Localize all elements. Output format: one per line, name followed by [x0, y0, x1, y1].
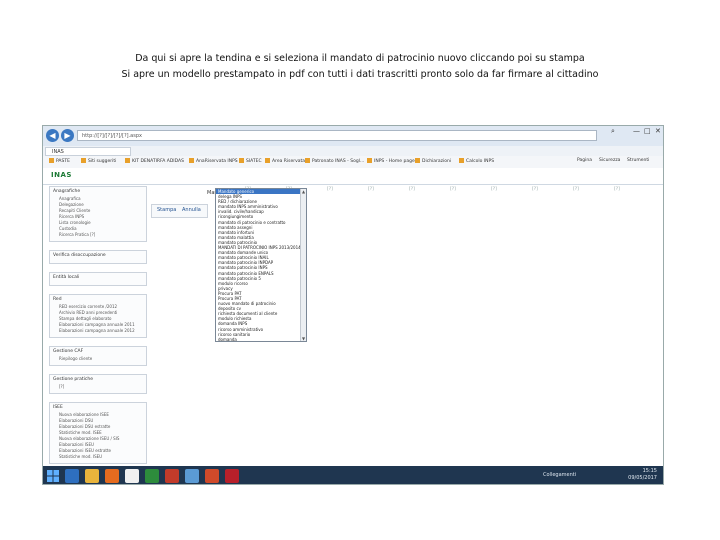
annulla-button[interactable]: Annulla	[182, 207, 201, 213]
favorite-icon	[125, 158, 130, 163]
sidebar-item[interactable]: Ricerca Pratica [?]	[50, 232, 146, 238]
ie-icon[interactable]	[65, 469, 79, 483]
top-link[interactable]: [?]	[491, 187, 497, 192]
menu-pagina[interactable]: Pagina	[577, 158, 592, 163]
caption-line-1: Da qui si apre la tendina e si seleziona…	[135, 53, 585, 64]
favorite-icon	[305, 158, 310, 163]
sidebar-item[interactable]: Riepilogo cliente	[50, 356, 146, 362]
action-bar: Stampa Annulla	[151, 204, 208, 218]
word-icon[interactable]	[185, 469, 199, 483]
forward-button[interactable]: ▶	[61, 129, 74, 142]
favorite-item[interactable]: PASTE	[49, 158, 70, 164]
caption-line-2: Si apre un modello prestampato in pdf co…	[121, 69, 599, 80]
scroll-down-icon[interactable]: ▼	[301, 336, 306, 341]
screenshot-window: ◀ ▶ http://[?]/[?]/[?]/[?].aspx ⌕ — □ ✕ …	[42, 125, 664, 485]
sidebar-item[interactable]: Elaborazioni campagna annuale 2012	[50, 328, 146, 334]
clock: 15:15 09/05/2017	[628, 468, 657, 481]
sidebar-item[interactable]: Statistiche mod. ISEU	[50, 454, 146, 460]
sidebar: Anagrafiche Anagrafica Delegazione Recapiti…	[49, 186, 147, 484]
app-header: INAS	[43, 168, 663, 185]
sidebar-section-title[interactable]: Entità locali	[50, 273, 146, 282]
address-bar: ◀ ▶ http://[?]/[?]/[?]/[?].aspx ⌕ — □ ✕	[43, 126, 663, 147]
maximize-icon[interactable]: □	[644, 127, 651, 135]
favorite-icon	[189, 158, 194, 163]
favorite-icon	[367, 158, 372, 163]
favorite-item[interactable]: Area Riservata	[265, 158, 305, 164]
sidebar-section-title[interactable]: Verifica disoccupazione	[50, 251, 146, 260]
favorite-icon	[459, 158, 464, 163]
top-link[interactable]: [?]	[614, 187, 620, 192]
taskbar: Collegamenti 15:15 09/05/2017	[43, 466, 663, 484]
search-icon[interactable]: ⌕	[611, 127, 615, 136]
inas-logo: INAS	[51, 171, 72, 179]
close-icon[interactable]: ✕	[655, 127, 661, 135]
favorite-item[interactable]: AnaRiservata INPS	[189, 158, 238, 164]
sidebar-section-title[interactable]: Gestione CAF	[50, 347, 146, 356]
menu-sicurezza[interactable]: Sicurezza	[599, 158, 620, 163]
sidebar-section: Gestione CAF Riepilogo cliente	[49, 346, 147, 366]
favorite-item[interactable]: Calcolo INPS	[459, 158, 494, 164]
mandato-dropdown-list[interactable]: Mandato generico delega INPS RED / dichiar…	[215, 188, 307, 342]
firefox-icon[interactable]	[105, 469, 119, 483]
favorite-item[interactable]: Dichiarazioni	[415, 158, 451, 164]
top-link[interactable]: [?]	[368, 187, 374, 192]
top-link[interactable]: [?]	[573, 187, 579, 192]
app-icon[interactable]	[165, 469, 179, 483]
explorer-icon[interactable]	[85, 469, 99, 483]
favorite-item[interactable]: Siti suggeriti	[81, 158, 116, 164]
favorite-icon	[239, 158, 244, 163]
windows-start-icon[interactable]	[47, 470, 59, 482]
dropdown-scrollbar[interactable]: ▲ ▼	[300, 189, 306, 341]
minimize-icon[interactable]: —	[633, 127, 640, 135]
sidebar-section-title[interactable]: ISEE	[50, 403, 146, 412]
back-button[interactable]: ◀	[46, 129, 59, 142]
favorite-icon	[81, 158, 86, 163]
top-link[interactable]: [?]	[327, 187, 333, 192]
acrobat-icon[interactable]	[225, 469, 239, 483]
sidebar-section: ISEE Nuova elaborazione ISEE Elaborazioni …	[49, 402, 147, 464]
sidebar-section-title[interactable]: Anagrafiche	[50, 187, 146, 196]
favorite-item[interactable]: INPS - Home page	[367, 158, 415, 164]
powerpoint-icon[interactable]	[205, 469, 219, 483]
sidebar-section-title[interactable]: Red	[50, 295, 146, 304]
sidebar-section: Gestione pratiche [?]	[49, 374, 147, 394]
favorite-item[interactable]: Patronato INAS - Sogl...	[305, 158, 364, 164]
chrome-icon[interactable]	[145, 469, 159, 483]
media-icon[interactable]	[125, 469, 139, 483]
main-area: [?][?][?][?][?][?][?][?][?][?] Mandati S…	[151, 186, 661, 484]
top-link[interactable]: [?]	[532, 187, 538, 192]
menu-strumenti[interactable]: Strumenti	[627, 158, 649, 163]
tab-row: INAS	[43, 146, 663, 156]
favorite-icon	[265, 158, 270, 163]
url-field[interactable]: http://[?]/[?]/[?]/[?].aspx	[77, 130, 597, 141]
sidebar-section: Verifica disoccupazione	[49, 250, 147, 264]
sidebar-section: Red RED esercizio corrente /2012 Archivio …	[49, 294, 147, 338]
sidebar-section-title[interactable]: Gestione pratiche	[50, 375, 146, 384]
top-link[interactable]: [?]	[450, 187, 456, 192]
taskbar-links[interactable]: Collegamenti	[543, 472, 576, 478]
sidebar-section: Anagrafiche Anagrafica Delegazione Recapiti…	[49, 186, 147, 242]
favorite-item[interactable]: KIT DENATIRFA ADIDAS	[125, 158, 184, 164]
favorite-item[interactable]: SIATEC	[239, 158, 262, 164]
favorite-icon	[415, 158, 420, 163]
top-link[interactable]: [?]	[409, 187, 415, 192]
sidebar-section: Entità locali	[49, 272, 147, 286]
favorite-icon	[49, 158, 54, 163]
tab-inas[interactable]: INAS	[45, 147, 131, 156]
stampa-button[interactable]: Stampa	[157, 207, 176, 213]
scroll-up-icon[interactable]: ▲	[301, 189, 306, 194]
sidebar-item[interactable]: [?]	[50, 384, 146, 390]
